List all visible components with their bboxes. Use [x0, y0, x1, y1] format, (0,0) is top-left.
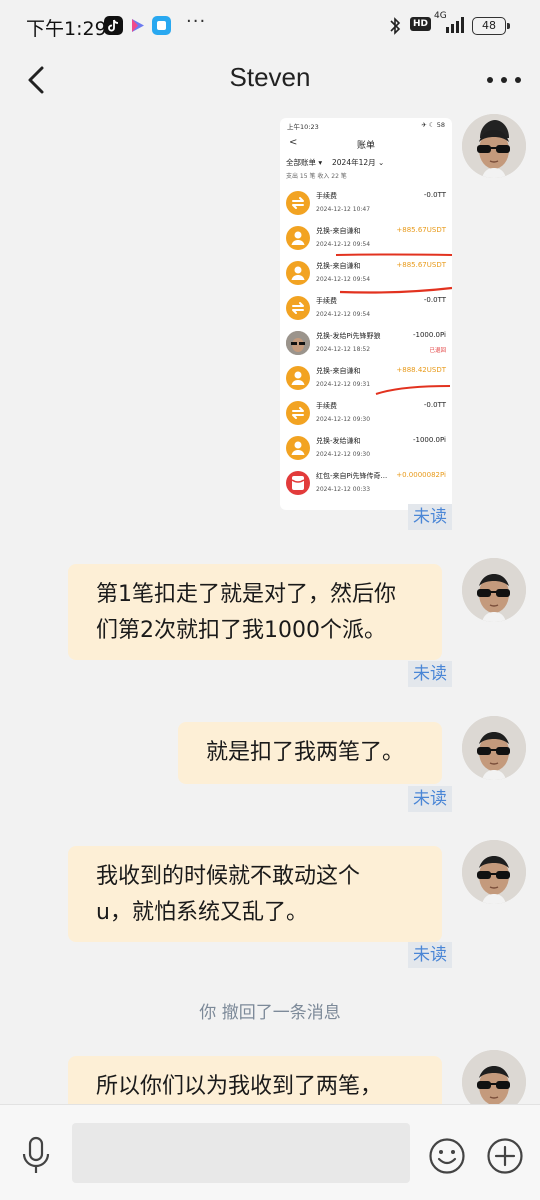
shot-title: 账单 [356, 141, 375, 151]
shot-row-name: 手续费 [316, 192, 337, 200]
shot-status-right: ✈ ☾ 58 [421, 121, 445, 129]
network-type: 4G [434, 11, 447, 21]
shot-row-name: 兑换-来自谦和 [316, 367, 361, 375]
unread-status: 未读 [408, 786, 452, 812]
more-notifications-icon: ··· [186, 11, 207, 32]
shot-row-name: 手续费 [316, 402, 337, 410]
shot-transaction-row: 兑换-来自谦和 2024-12-12 09:31 +888.42USDT [280, 362, 452, 397]
red-packet-icon [286, 471, 310, 495]
shot-row-name: 手续费 [316, 297, 337, 305]
avatar[interactable] [462, 114, 526, 178]
message-bubble[interactable]: 我收到的时候就不敢动这个 u，就怕系统又乱了。 [68, 846, 442, 942]
shot-transaction-row: 手续费 2024-12-12 09:30 -0.0TT [280, 397, 452, 432]
chat-message-list[interactable]: 上午10:23 ✈ ☾ 58 < 账单 全部账单 ▾ 2024年12月 ⌄ 支出… [0, 110, 540, 1104]
chat-header: Steven [0, 52, 540, 110]
shot-row-name: 兑换-发给Pi先锋野狼 [316, 332, 381, 340]
message-bubble[interactable]: 所以你们以为我收到了两笔， [68, 1056, 442, 1104]
shot-transaction-row: 手续费 2024-12-12 09:54 -0.0TT [280, 292, 452, 327]
person-icon [286, 261, 310, 285]
person-icon [286, 436, 310, 460]
play-app-icon [128, 16, 147, 35]
more-actions-button[interactable] [486, 1137, 524, 1175]
message-input-bar [0, 1104, 540, 1200]
shot-row-name: 兑换-发给谦和 [316, 437, 361, 445]
status-bar: 下午1:29 ··· HD 4G 48 [0, 0, 540, 52]
swap-arrows-icon [286, 191, 310, 215]
message-bubble[interactable]: 第1笔扣走了就是对了，然后你 们第2次就扣了我1000个派。 [68, 564, 442, 660]
battery-indicator: 48 [472, 17, 510, 35]
bluetooth-icon [388, 16, 402, 40]
shot-row-date: 2024-12-12 09:54 [316, 241, 371, 248]
status-time: 下午1:29 [26, 18, 107, 40]
shot-row-amount: +888.42USDT [396, 366, 446, 374]
shot-row-amount: +0.0000082Pi [396, 471, 446, 479]
shot-row-date: 2024-12-12 00:33 [316, 486, 371, 493]
message-text-line: u，就怕系统又乱了。 [96, 900, 308, 925]
shot-row-amount: +885.67USDT [396, 261, 446, 269]
avatar[interactable] [462, 1050, 526, 1104]
shot-row-amount: -0.0TT [423, 296, 446, 304]
message-text-line: 所以你们以为我收到了两笔， [96, 1074, 383, 1099]
tiktok-app-icon [104, 16, 123, 35]
shot-row-amount: -0.0TT [423, 191, 446, 199]
message-text-input[interactable] [72, 1123, 410, 1183]
contact-name-title: Steven [229, 62, 311, 92]
microphone-icon [22, 1136, 50, 1173]
emoji-button[interactable] [428, 1137, 466, 1175]
shot-transaction-row: 兑换-发给Pi先锋野狼 2024-12-12 18:52 -1000.0Pi 已退回 [280, 327, 452, 362]
shot-summary: 支出 15 笔 收入 22 笔 [286, 173, 347, 180]
bill-screenshot-image[interactable]: 上午10:23 ✈ ☾ 58 < 账单 全部账单 ▾ 2024年12月 ⌄ 支出… [280, 118, 452, 510]
avatar-photo-icon [286, 331, 310, 355]
shot-row-name: 红包-来自Pi先锋传奇... [316, 472, 388, 480]
shot-row-name: 兑换-来自谦和 [316, 227, 361, 235]
plus-circle-icon [487, 1138, 523, 1174]
swap-arrows-icon [286, 401, 310, 425]
shot-row-amount: -0.0TT [423, 401, 446, 409]
shot-row-date: 2024-12-12 09:30 [316, 416, 371, 423]
shot-transaction-row: 兑换-发给谦和 2024-12-12 09:30 -1000.0Pi [280, 432, 452, 467]
unread-status: 未读 [408, 942, 452, 968]
avatar[interactable] [462, 840, 526, 904]
person-icon [286, 366, 310, 390]
shot-row-date: 2024-12-12 09:31 [316, 381, 371, 388]
shot-row-date: 2024-12-12 18:52 [316, 346, 371, 353]
shot-row-date: 2024-12-12 10:47 [316, 206, 371, 213]
shot-row-date: 2024-12-12 09:54 [316, 311, 371, 318]
shot-filter: 全部账单 ▾ [286, 158, 323, 167]
unread-status: 未读 [408, 504, 452, 530]
shot-row-note: 已退回 [429, 348, 446, 354]
message-bubble[interactable]: 就是扣了我两笔了。 [178, 722, 442, 784]
more-options-button[interactable] [484, 64, 524, 96]
shot-transaction-row: 兑换-来自谦和 2024-12-12 09:54 +885.67USDT [280, 257, 452, 292]
smiley-icon [429, 1138, 465, 1174]
unread-status: 未读 [408, 661, 452, 687]
message-text-line: 第1笔扣走了就是对了，然后你 [96, 582, 396, 607]
signal-icon [446, 15, 468, 37]
more-dots-icon [487, 77, 521, 83]
shot-row-date: 2024-12-12 09:54 [316, 276, 371, 283]
shot-row-date: 2024-12-12 09:30 [316, 451, 371, 458]
shot-row-name: 兑换-来自谦和 [316, 262, 361, 270]
hd-badge: HD [410, 17, 432, 31]
shot-transaction-row: 红包-来自Pi先锋传奇... 2024-12-12 00:33 +0.0000082… [280, 467, 452, 502]
shot-transaction-row: 兑换-来自谦和 2024-12-12 09:54 +885.67USDT [280, 222, 452, 257]
voice-input-button[interactable] [18, 1135, 54, 1175]
message-text-line: 们第2次就扣了我1000个派。 [96, 618, 386, 643]
square-app-icon [152, 16, 171, 35]
recalled-message-notice: 你 撤回了一条消息 [199, 1003, 341, 1023]
shot-row-amount: +885.67USDT [396, 226, 446, 234]
shot-status-time: 上午10:23 [287, 123, 319, 131]
message-text-line: 就是扣了我两笔了。 [206, 740, 405, 765]
shot-row-amount: -1000.0Pi [412, 331, 446, 339]
person-icon [286, 226, 310, 250]
shot-transaction-row: 手续费 2024-12-12 10:47 -0.0TT [280, 187, 452, 222]
message-text-line: 我收到的时候就不敢动这个 [96, 864, 361, 889]
avatar[interactable] [462, 558, 526, 622]
shot-month: 2024年12月 ⌄ [332, 158, 385, 167]
swap-arrows-icon [286, 296, 310, 320]
avatar[interactable] [462, 716, 526, 780]
shot-row-amount: -1000.0Pi [412, 436, 446, 444]
